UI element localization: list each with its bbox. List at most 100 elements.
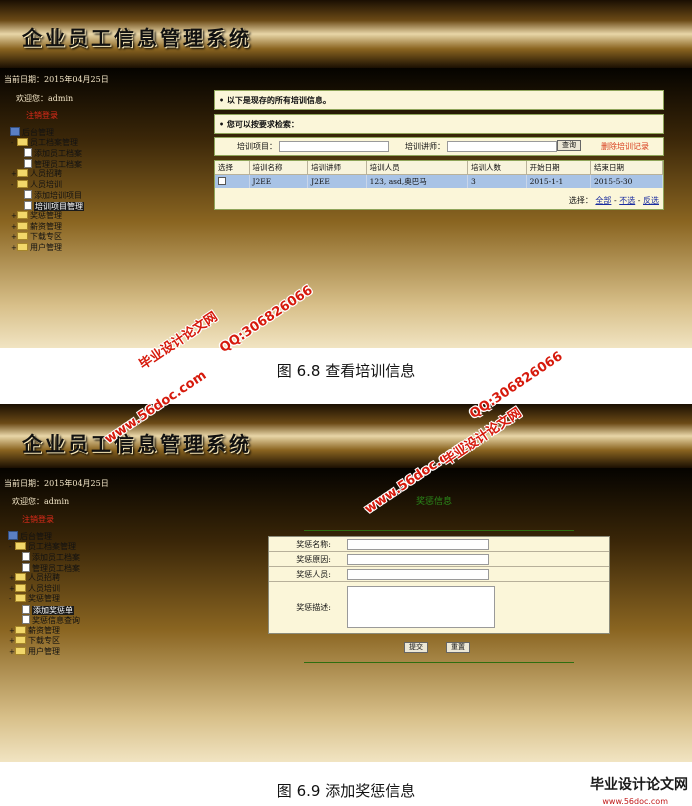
screenshot-view-training: 企业员工信息管理系统 当前日期：2015年04月25日 欢迎您：admin 注销… bbox=[0, 0, 692, 348]
figure-caption-1: 图 6.8 查看培训信息 bbox=[276, 362, 416, 380]
tree-node[interactable]: - 奖惩管理 bbox=[2, 594, 80, 605]
tree-node[interactable]: 添加培训项目 bbox=[4, 190, 84, 201]
table-cell: 3 bbox=[467, 174, 527, 188]
row-checkbox-cell[interactable] bbox=[215, 174, 250, 188]
select-label: 选择： bbox=[568, 196, 593, 205]
form-title: 奖惩信息 bbox=[416, 497, 453, 507]
document-icon bbox=[24, 148, 32, 157]
row-checkbox[interactable] bbox=[218, 176, 226, 185]
tree-node-label: 下载专区 bbox=[28, 636, 60, 645]
tree-node[interactable]: - 员工档案管理 bbox=[2, 541, 80, 553]
figure-caption-2: 图 6.9 添加奖惩信息 bbox=[276, 782, 416, 800]
app-banner: 企业员工信息管理系统 bbox=[0, 0, 692, 68]
person-input[interactable] bbox=[347, 569, 489, 580]
info-heading: • 以下是现存的所有培训信息。 bbox=[219, 95, 331, 105]
tree-node-label: 用户管理 bbox=[30, 242, 62, 252]
document-icon bbox=[22, 562, 30, 572]
select-none-link[interactable]: 不选 bbox=[619, 196, 635, 205]
computer-icon bbox=[8, 531, 18, 540]
tree-node[interactable]: + 薪资管理 bbox=[4, 221, 84, 233]
welcome-text: 欢迎您：admin bbox=[12, 497, 70, 506]
tree-node[interactable]: 添加员工档案 bbox=[2, 552, 80, 563]
tree-node[interactable]: + 人员招聘 bbox=[4, 169, 84, 180]
delete-records-link[interactable]: 删除培训记录 bbox=[601, 141, 649, 152]
select-invert-link[interactable]: 反选 bbox=[643, 196, 659, 205]
tree-node[interactable]: + 用户管理 bbox=[2, 646, 80, 658]
tree-node-label: 薪资管理 bbox=[30, 221, 62, 231]
tree-node-label: 培训项目管理 bbox=[34, 201, 84, 211]
table-row[interactable]: J2EE J2EE 123, asd,奥巴马 3 2015-1-1 2015-5-30 bbox=[215, 174, 664, 188]
app-title: 企业员工信息管理系统 bbox=[22, 26, 252, 50]
site-logo: 毕业设计论文网 bbox=[590, 777, 688, 793]
column-header: 培训名称 bbox=[249, 161, 309, 175]
screenshot-add-reward: 企业员工信息管理系统 当前日期：2015年04月25日 欢迎您：admin 注销… bbox=[0, 404, 692, 762]
tree-node-label: 后台管理 bbox=[20, 532, 52, 541]
tree-node[interactable]: 奖惩信息查询 bbox=[2, 615, 80, 626]
tree-node[interactable]: + 奖惩管理 bbox=[4, 211, 84, 222]
table-cell: 2015-1-1 bbox=[526, 174, 591, 188]
tree-node[interactable]: + 下载专区 bbox=[2, 636, 80, 647]
tree-node-label: 添加员工档案 bbox=[32, 553, 80, 562]
divider-top bbox=[304, 530, 574, 531]
welcome-text: 欢迎您：admin bbox=[16, 94, 74, 103]
current-date: 当前日期：2015年04月25日 bbox=[4, 479, 109, 488]
submit-button[interactable]: 提交 bbox=[404, 642, 428, 653]
tree-node[interactable]: 管理员工档案 bbox=[4, 158, 84, 170]
folder-icon bbox=[17, 179, 28, 188]
desc-row: 奖惩描述: bbox=[269, 582, 609, 632]
reset-button[interactable]: 重置 bbox=[446, 642, 470, 653]
tree-node[interactable]: 后台管理 bbox=[2, 531, 80, 542]
project-label: 培训项目： bbox=[237, 142, 277, 151]
nav-tree: 后台管理 - 员工档案管理 添加员工档案 管理员工档案 + 人员招聘 + 人员培训 - 奖惩管理 添加… bbox=[2, 531, 80, 657]
search-heading: • 您可以按要求检索： bbox=[219, 119, 299, 129]
column-header: 培训讲师 bbox=[307, 161, 367, 175]
divider-bottom bbox=[304, 662, 574, 663]
tree-node[interactable]: + 人员招聘 bbox=[2, 573, 80, 584]
name-row: 奖惩名称: bbox=[269, 537, 609, 552]
folder-icon bbox=[15, 583, 26, 592]
tree-node-label: 奖惩管理 bbox=[28, 594, 60, 603]
tree-node-label: 员工档案管理 bbox=[30, 137, 78, 147]
tree-node[interactable]: - 员工档案管理 bbox=[4, 137, 84, 149]
tree-node[interactable]: + 用户管理 bbox=[4, 242, 84, 254]
tree-node-label: 下载专区 bbox=[30, 232, 62, 241]
tree-node[interactable]: + 薪资管理 bbox=[2, 625, 80, 637]
column-header: 结束日期 bbox=[590, 161, 664, 175]
teacher-label: 培训讲师： bbox=[405, 142, 445, 151]
tree-node-label: 人员招聘 bbox=[30, 169, 62, 178]
folder-icon bbox=[15, 646, 26, 655]
project-input[interactable] bbox=[279, 141, 389, 152]
tree-node[interactable]: 管理员工档案 bbox=[2, 562, 80, 574]
select-all-link[interactable]: 全部 bbox=[595, 196, 611, 205]
tree-node-label: 后台管理 bbox=[22, 128, 54, 137]
search-heading-panel: • 您可以按要求检索： bbox=[214, 114, 664, 134]
name-input[interactable] bbox=[347, 539, 489, 550]
tree-node[interactable]: + 人员培训 bbox=[2, 583, 80, 595]
tree-node[interactable]: + 下载专区 bbox=[4, 232, 84, 243]
tree-node-label: 添加奖惩单 bbox=[32, 605, 74, 615]
tree-node[interactable]: 添加奖惩单 bbox=[2, 604, 80, 616]
logout-link[interactable]: 注销登录 bbox=[22, 514, 54, 525]
folder-icon bbox=[15, 594, 26, 602]
teacher-input[interactable] bbox=[447, 141, 557, 152]
folder-icon bbox=[17, 169, 28, 177]
tree-node-label: 人员招聘 bbox=[28, 573, 60, 582]
tree-node-label: 奖惩信息查询 bbox=[32, 616, 80, 625]
computer-icon bbox=[10, 127, 20, 136]
info-heading-panel: • 以下是现存的所有培训信息。 bbox=[214, 90, 664, 110]
desc-textarea[interactable] bbox=[347, 586, 495, 628]
folder-icon bbox=[17, 232, 28, 240]
tree-node-label: 添加员工档案 bbox=[34, 149, 82, 158]
search-button[interactable]: 查询 bbox=[557, 140, 581, 151]
folder-icon bbox=[17, 221, 28, 230]
tree-node[interactable]: 添加员工档案 bbox=[4, 148, 84, 159]
reason-input[interactable] bbox=[347, 554, 489, 565]
tree-node[interactable]: - 人员培训 bbox=[4, 179, 84, 191]
document-icon bbox=[22, 615, 30, 624]
logout-link[interactable]: 注销登录 bbox=[26, 110, 58, 121]
app-title: 企业员工信息管理系统 bbox=[22, 432, 252, 456]
document-icon bbox=[22, 552, 30, 561]
folder-icon bbox=[15, 625, 26, 634]
tree-node[interactable]: 后台管理 bbox=[4, 127, 84, 138]
tree-node[interactable]: 培训项目管理 bbox=[4, 200, 84, 212]
